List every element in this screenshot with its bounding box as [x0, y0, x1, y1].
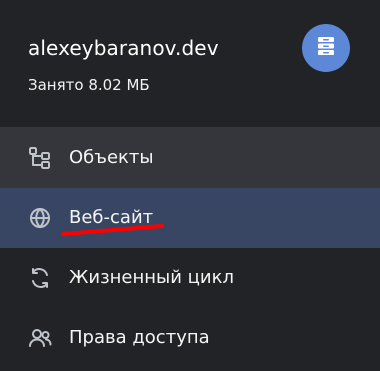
- nav-label-access-rights: Права доступа: [69, 327, 210, 348]
- globe-icon: [27, 205, 53, 231]
- nav-item-objects[interactable]: Объекты: [0, 128, 380, 188]
- refresh-cycle-icon: [27, 265, 53, 291]
- nav-label-website: Веб-сайт: [69, 207, 154, 228]
- nav-item-website[interactable]: Веб-сайт: [0, 188, 380, 248]
- nav-item-access-rights[interactable]: Права доступа: [0, 308, 380, 368]
- storage-sidebar: alexeybaranov.dev Занято 8.02 МБ Объекты…: [0, 0, 380, 371]
- nav-item-lifecycle[interactable]: Жизненный цикл: [0, 248, 380, 308]
- bucket-badge: [302, 24, 350, 72]
- nav-label-lifecycle: Жизненный цикл: [69, 267, 234, 288]
- nav-label-objects: Объекты: [69, 147, 154, 168]
- sidebar-nav: Объекты Веб-сайт Жизненный цикл Права до…: [0, 128, 380, 368]
- objects-tree-icon: [27, 145, 53, 171]
- bucket-header: alexeybaranov.dev Занято 8.02 МБ: [0, 0, 380, 128]
- archive-box-icon: [315, 35, 337, 61]
- users-icon: [27, 325, 53, 351]
- storage-usage: Занято 8.02 МБ: [28, 76, 150, 94]
- bucket-name: alexeybaranov.dev: [28, 36, 219, 60]
